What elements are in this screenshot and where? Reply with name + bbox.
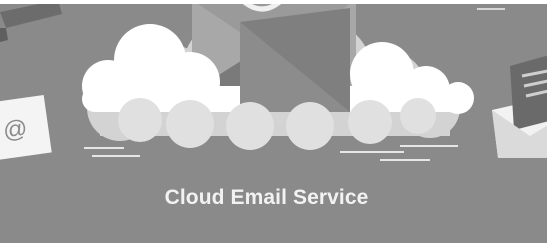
envelope-front-flap — [240, 8, 350, 112]
frame-bottom-edge — [0, 243, 553, 249]
at-sign-envelope-icon: @ — [0, 94, 52, 162]
banner-title: Cloud Email Service — [164, 186, 369, 209]
frame-top-edge — [0, 0, 553, 4]
pencil-icon — [0, 0, 62, 42]
frame-right-edge — [547, 0, 553, 249]
cloud-email-banner: @ Cloud Email Service — [0, 0, 553, 249]
at-symbol-text: @ — [1, 115, 29, 145]
speed-lines — [84, 145, 458, 161]
open-envelope-icon — [492, 54, 553, 158]
